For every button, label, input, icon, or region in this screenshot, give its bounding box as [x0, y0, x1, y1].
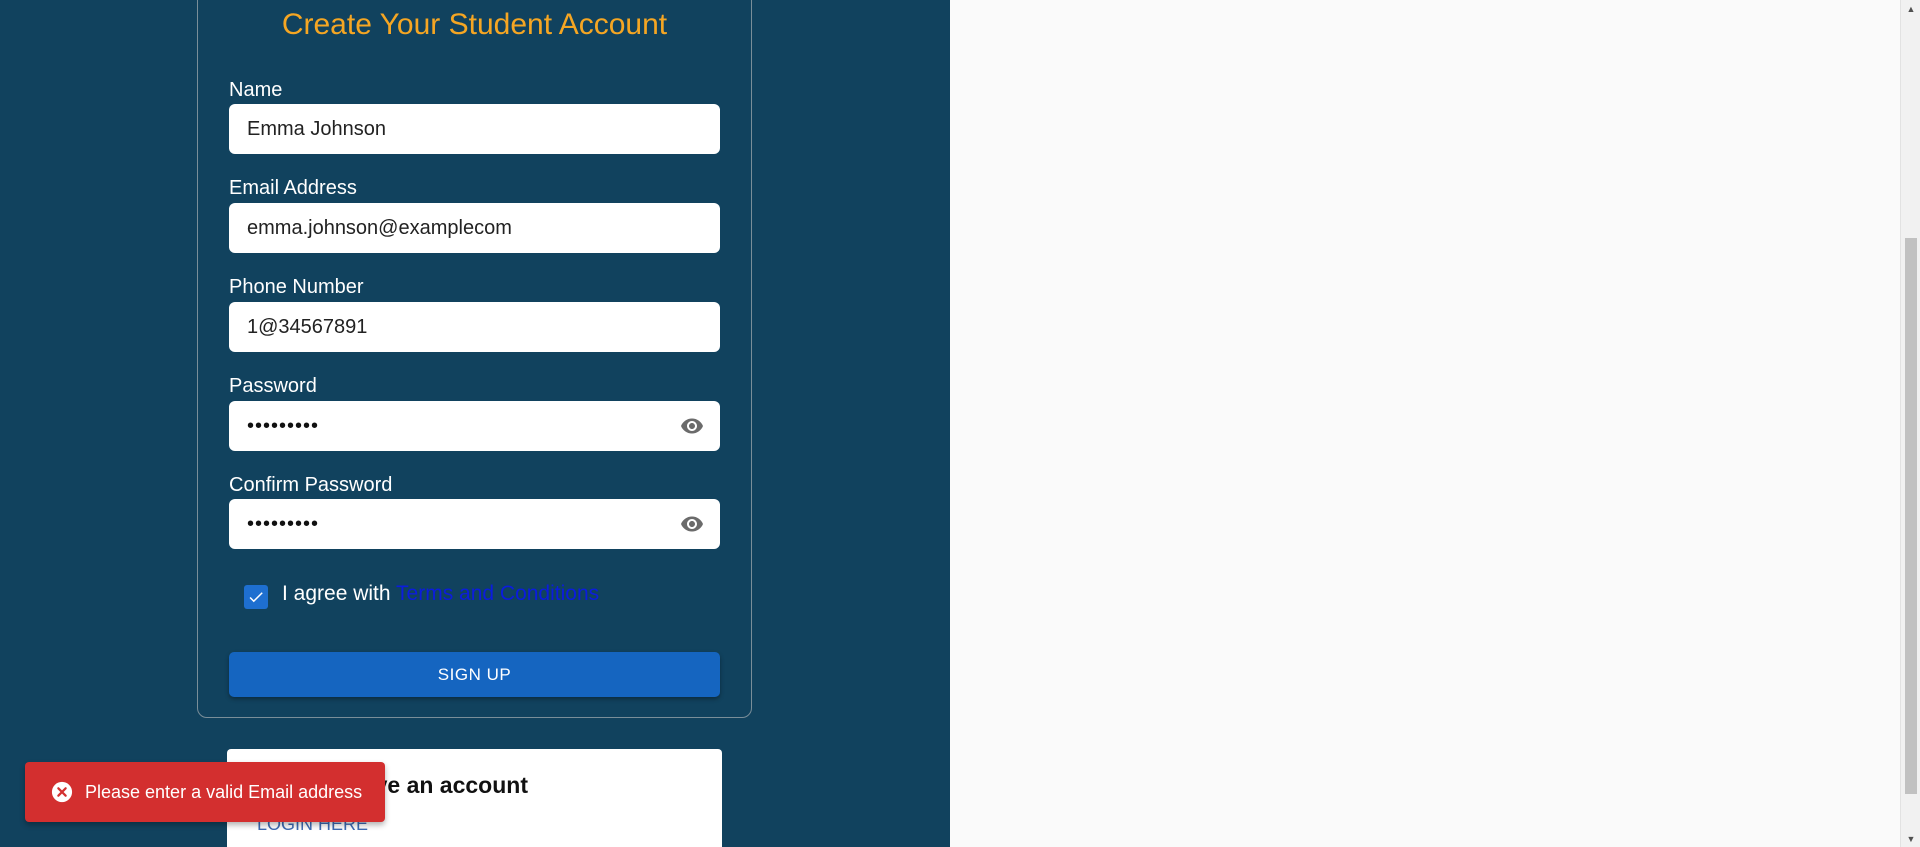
scroll-down-arrow-icon[interactable]: ▼: [1901, 830, 1920, 847]
phone-label: Phone Number: [229, 276, 364, 298]
name-label: Name: [229, 79, 283, 101]
scroll-thumb[interactable]: [1905, 238, 1917, 794]
terms-link[interactable]: Terms and Conditions: [396, 582, 599, 605]
eye-icon[interactable]: [678, 512, 706, 536]
confirm-password-input-value: •••••••••: [247, 512, 320, 535]
email-label: Email Address: [229, 177, 357, 199]
confirm-password-input[interactable]: •••••••••: [229, 499, 720, 549]
agree-prefix: I agree with: [282, 582, 391, 605]
phone-input[interactable]: 1@34567891: [229, 302, 720, 352]
scroll-up-arrow-icon[interactable]: ▲: [1901, 0, 1920, 17]
password-input-value: •••••••••: [247, 414, 320, 437]
email-input[interactable]: emma.johnson@examplecom: [229, 203, 720, 253]
right-panel: [950, 0, 1900, 847]
name-input-value: Emma Johnson: [247, 117, 386, 140]
confirm-password-label: Confirm Password: [229, 474, 393, 496]
form-title: Create Your Student Account: [281, 8, 668, 41]
password-input[interactable]: •••••••••: [229, 401, 720, 451]
eye-icon[interactable]: [678, 414, 706, 438]
password-label: Password: [229, 375, 317, 397]
name-input[interactable]: Emma Johnson: [229, 104, 720, 154]
scrollbar[interactable]: ▲ ▼: [1900, 0, 1920, 847]
terms-checkbox[interactable]: [244, 585, 268, 609]
terms-agreement: I agree with Terms and Conditions: [282, 582, 599, 606]
toast-message: Please enter a valid Email address: [85, 781, 363, 802]
phone-input-value: 1@34567891: [247, 315, 368, 338]
error-circle-icon: [51, 781, 73, 803]
signup-button[interactable]: SIGN UP: [229, 652, 720, 697]
email-input-value: emma.johnson@examplecom: [247, 216, 512, 239]
checkmark-icon: [249, 592, 263, 603]
error-toast[interactable]: Please enter a valid Email address: [25, 762, 385, 822]
